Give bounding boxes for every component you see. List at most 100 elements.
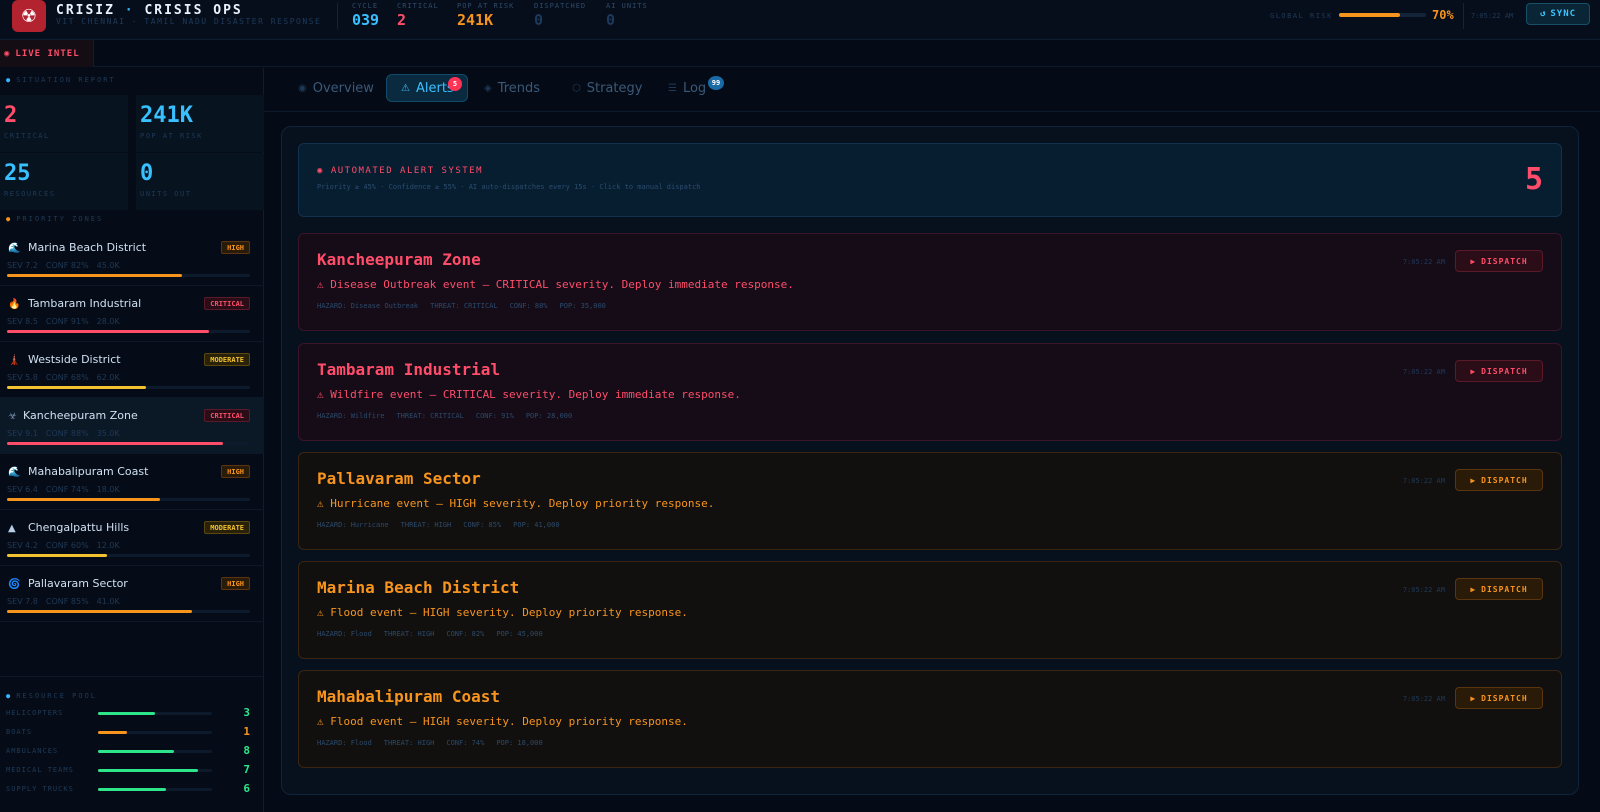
tab-overview[interactable]: ◉ Overview [284, 74, 388, 102]
sync-button[interactable]: ↺ SYNC [1526, 3, 1590, 25]
resource-value: 7 [243, 763, 250, 776]
zone-item-tambaram[interactable]: 🔥 Tambaram Industrial CRITICAL SEV 8.5 CO… [0, 286, 264, 342]
dispatch-button[interactable]: ▶ DISPATCH [1455, 469, 1543, 491]
warning-icon: ⚠ [401, 82, 410, 94]
resource-value: 3 [243, 706, 250, 719]
zone-sev: SEV 9.1 [7, 429, 38, 438]
tab-label: Log [682, 80, 707, 96]
zone-pop: 62.0K [96, 373, 120, 382]
alert-hazard: HAZARD: Flood [317, 739, 372, 747]
flood-icon: 🌊 [8, 467, 21, 478]
zone-item-pallavaram[interactable]: 🌀 Pallavaram Sector HIGH SEV 7.8 CONF 85%… [0, 566, 264, 622]
section-title-text: RESOURCE POOL [16, 692, 98, 700]
priority-zones-title: ● PRIORITY ZONES [6, 215, 103, 223]
zone-severity-fill [7, 442, 224, 445]
kpi-value: 25 [4, 161, 31, 186]
stat-value: 0 [606, 11, 616, 29]
alert-pop: POP: 18,000 [496, 739, 543, 747]
alert-dot-icon: ◉ [317, 166, 331, 176]
resource-row-ambulances: AMBULANCES 8 [6, 743, 250, 759]
alert-threat: THREAT: CRITICAL [396, 412, 464, 420]
dispatch-button[interactable]: ▶ DISPATCH [1455, 578, 1543, 600]
top-header: ☢ CRISIZ · CRISIS OPS VIT CHENNAI · TAMI… [0, 0, 1600, 40]
resource-fill [98, 731, 127, 734]
app-subtitle: VIT CHENNAI · TAMIL NADU DISASTER RESPON… [56, 17, 322, 26]
zone-severity-fill [7, 330, 209, 333]
resource-bar [98, 750, 212, 753]
resource-row-supply-trucks: SUPPLY TRUCKS 6 [6, 781, 250, 797]
stat-value: 241K [457, 11, 494, 29]
zone-name: Mahabalipuram Coast [28, 465, 149, 478]
section-title-text: PRIORITY ZONES [16, 215, 104, 223]
hurricane-icon: 🌀 [8, 579, 21, 590]
global-risk-fill [1339, 13, 1400, 17]
alerts-count-badge: 5 [448, 77, 462, 91]
alert-card-tambaram: Tambaram Industrial ⚠ Wildfire event — C… [298, 343, 1562, 441]
zone-item-westside[interactable]: 🗼 Westside District MODERATE SEV 5.8 CONF… [0, 342, 264, 398]
zone-meta: SEV 5.8 CONF 68% 62.0K [7, 373, 128, 382]
kpi-value: 2 [4, 103, 18, 128]
resource-label: AMBULANCES [6, 747, 59, 755]
tab-label: Strategy [586, 80, 643, 96]
tab-label: Overview [312, 80, 374, 96]
zone-severity-bar [7, 274, 250, 277]
refresh-icon: ↺ [1539, 9, 1547, 19]
zone-name: Pallavaram Sector [28, 577, 128, 590]
alert-system-description: Priority ≥ 45% · Confidence ≥ 55% · AI a… [317, 183, 701, 191]
zone-severity-fill [7, 386, 146, 389]
dispatch-label: DISPATCH [1481, 366, 1528, 376]
kpi-resources: 25 RESOURCES [0, 153, 128, 210]
zone-severity-fill [7, 274, 182, 277]
zone-level-badge: CRITICAL [204, 409, 250, 422]
stat-label: CRITICAL [397, 2, 439, 10]
zone-item-mahabalipuram[interactable]: 🌊 Mahabalipuram Coast HIGH SEV 6.4 CONF 7… [0, 454, 264, 510]
log-count-badge: 99 [708, 76, 724, 90]
bullet-icon: ● [6, 76, 13, 84]
log-icon: ☰ [668, 82, 677, 94]
zone-severity-bar [7, 386, 250, 389]
zone-item-marina-beach[interactable]: 🌊 Marina Beach District HIGH SEV 7.2 CONF… [0, 230, 264, 286]
resource-value: 1 [243, 725, 250, 738]
live-intel-tag[interactable]: ◉ LIVE INTEL [0, 40, 94, 67]
zone-item-kancheepuram[interactable]: ☣ Kancheepuram Zone CRITICAL SEV 9.1 CONF… [0, 398, 264, 454]
alert-meta: HAZARD: Wildfire THREAT: CRITICAL CONF: 91… [317, 412, 584, 420]
alert-message: ⚠ Flood event — HIGH severity. Deploy pr… [317, 606, 688, 619]
dispatch-label: DISPATCH [1481, 693, 1528, 703]
dispatch-button[interactable]: ▶ DISPATCH [1455, 250, 1543, 272]
kpi-label: UNITS OUT [140, 190, 192, 198]
play-icon: ▶ [1470, 584, 1477, 594]
tab-strategy[interactable]: ⬡ Strategy [558, 74, 656, 102]
alert-conf: CONF: 88% [509, 302, 548, 310]
zone-conf: CONF 88% [45, 429, 89, 438]
section-divider [0, 676, 264, 677]
resource-value: 8 [243, 744, 250, 757]
alert-time: 7:05:22 AM [1402, 368, 1445, 376]
alert-count: 5 [1524, 162, 1543, 197]
alert-time: 7:05:22 AM [1402, 477, 1445, 485]
stat-cycle: CYCLE 039 [352, 2, 379, 29]
stat-value: 0 [534, 11, 544, 29]
stat-label: DISPATCHED [534, 2, 587, 10]
resource-label: HELICOPTERS [6, 709, 64, 717]
biohazard-icon: ☢ [12, 0, 46, 32]
dispatch-button[interactable]: ▶ DISPATCH [1455, 360, 1543, 382]
stat-label: POP AT RISK [457, 2, 515, 10]
alert-hazard: HAZARD: Hurricane [317, 521, 389, 529]
alerts-panel: ◉ AUTOMATED ALERT SYSTEM Priority ≥ 45% … [281, 126, 1579, 795]
alert-system-title-text: AUTOMATED ALERT SYSTEM [330, 166, 484, 176]
kpi-label: CRITICAL [4, 132, 50, 140]
resource-label: BOATS [6, 728, 33, 736]
tab-trends[interactable]: ◈ Trends [470, 74, 554, 102]
dispatch-button[interactable]: ▶ DISPATCH [1455, 687, 1543, 709]
alert-meta: HAZARD: Flood THREAT: HIGH CONF: 82% POP: 4… [317, 630, 555, 638]
live-intel-bar: ◉ LIVE INTEL [0, 40, 1600, 67]
alert-card-kancheepuram: Kancheepuram Zone ⚠ Disease Outbreak eve… [298, 233, 1562, 331]
main-tabs: ◉ Overview ⚠ Alerts 5 ◈ Trends ⬡ Strateg… [264, 68, 1600, 112]
zone-sev: SEV 8.5 [7, 317, 38, 326]
app-title: CRISIZ · CRISIS OPS [56, 3, 243, 18]
alert-conf: CONF: 91% [475, 412, 514, 420]
alert-title: Marina Beach District [317, 578, 520, 597]
zone-name: Kancheepuram Zone [23, 409, 138, 422]
zone-severity-bar [7, 442, 250, 445]
zone-item-chengalpattu[interactable]: ▲ Chengalpattu Hills MODERATE SEV 4.2 CON… [0, 510, 264, 566]
